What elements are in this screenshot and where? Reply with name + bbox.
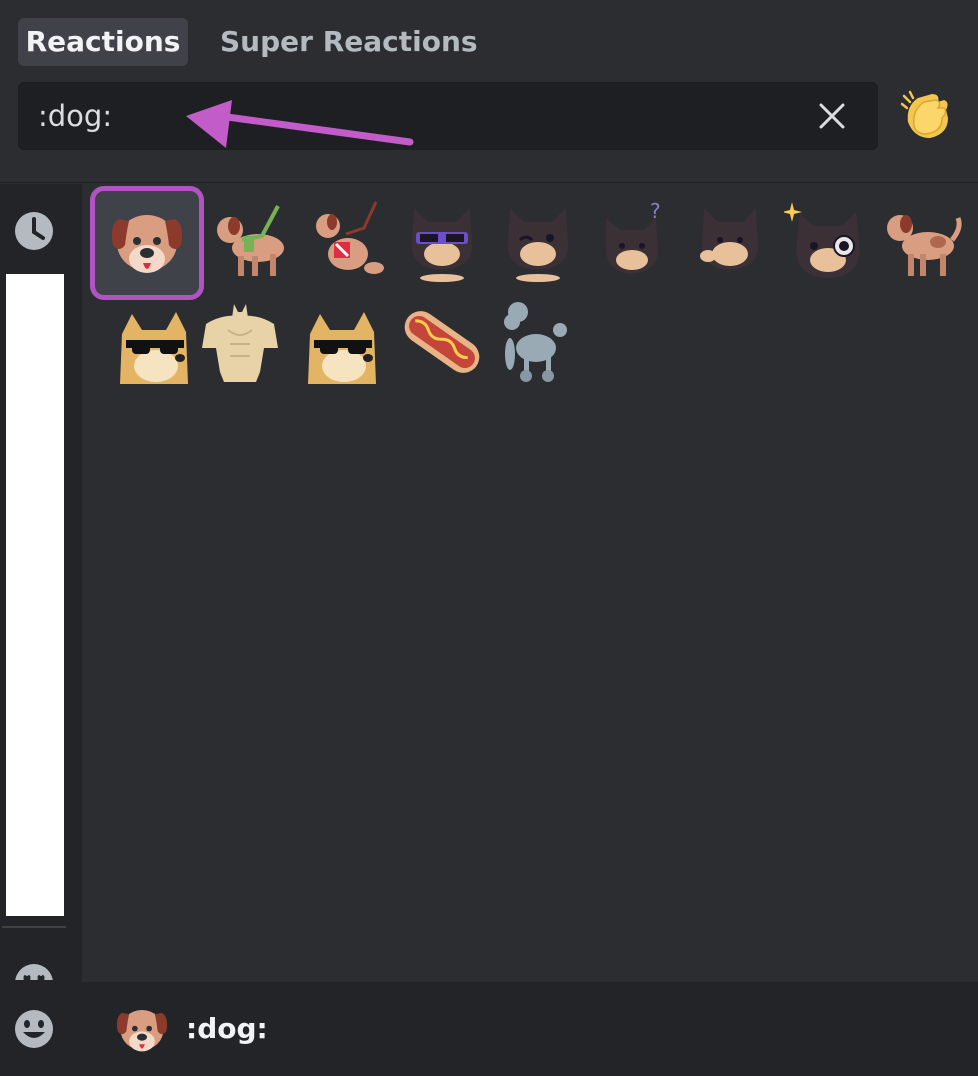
emoji-picker: Reactions Super Reactions:dog: ?:dog:: [0, 0, 978, 1076]
emoji-cat-question[interactable]: ?: [586, 192, 682, 288]
emoji-preview-bar: :dog:: [82, 982, 978, 1076]
cat-question-icon: ?: [606, 199, 661, 274]
close-icon[interactable]: [816, 100, 848, 132]
rail-faces-partial: [0, 944, 82, 980]
doge-sunglasses-icon: [114, 306, 194, 384]
emoji-service-dog[interactable]: [298, 192, 394, 288]
faces-icon[interactable]: [13, 962, 55, 980]
emoji-doge-sunglasses[interactable]: [106, 294, 202, 390]
emoji-cat-wink[interactable]: [490, 192, 586, 288]
smiley-icon[interactable]: [13, 1008, 55, 1050]
emoji-dog[interactable]: [874, 192, 970, 288]
cat-sunglasses-icon: [412, 208, 472, 282]
cat-sparkle-icon: [784, 202, 860, 278]
search-box: [18, 82, 878, 150]
picker-header: Reactions Super Reactions: [0, 0, 978, 183]
dog-face-icon: [116, 1010, 168, 1052]
recent-clock-icon[interactable]: [13, 210, 55, 252]
emoji-results-grid: ?: [82, 184, 978, 982]
redacted-server-icons: [6, 274, 64, 916]
emoji-buff-doge[interactable]: [192, 294, 288, 390]
poodle-icon: [504, 302, 567, 382]
category-rail: [0, 184, 82, 1076]
cat-salute-icon: [700, 208, 758, 270]
search-input[interactable]: [38, 94, 738, 138]
tab-super-reactions[interactable]: Super Reactions: [220, 18, 478, 66]
emoji-poodle[interactable]: [482, 294, 578, 390]
emoji-hot-dog[interactable]: [394, 294, 490, 390]
tab-reactions[interactable]: Reactions: [18, 18, 188, 66]
emoji-guide-dog[interactable]: [202, 192, 298, 288]
guide-dog-icon: [217, 205, 284, 276]
svg-text:?: ?: [650, 199, 661, 223]
emoji-cat-salute[interactable]: [682, 192, 778, 288]
hot-dog-icon: [404, 311, 480, 373]
clapping-hands-icon[interactable]: [898, 88, 954, 144]
preview-emoji-name: :dog:: [186, 1012, 268, 1045]
emoji-cat-sunglasses[interactable]: [394, 192, 490, 288]
buff-doge-icon: [202, 304, 278, 382]
emoji-dog-face[interactable]: [90, 186, 204, 300]
emoji-doge-sunglasses-2[interactable]: [298, 294, 394, 390]
rail-divider: [2, 926, 66, 928]
emoji-cat-sparkle[interactable]: [778, 192, 874, 288]
dog-face-icon: [111, 215, 183, 273]
dog-icon: [887, 215, 962, 276]
service-dog-icon: [316, 201, 384, 274]
doge-sunglasses-icon: [308, 312, 376, 384]
cat-wink-icon: [508, 208, 568, 282]
